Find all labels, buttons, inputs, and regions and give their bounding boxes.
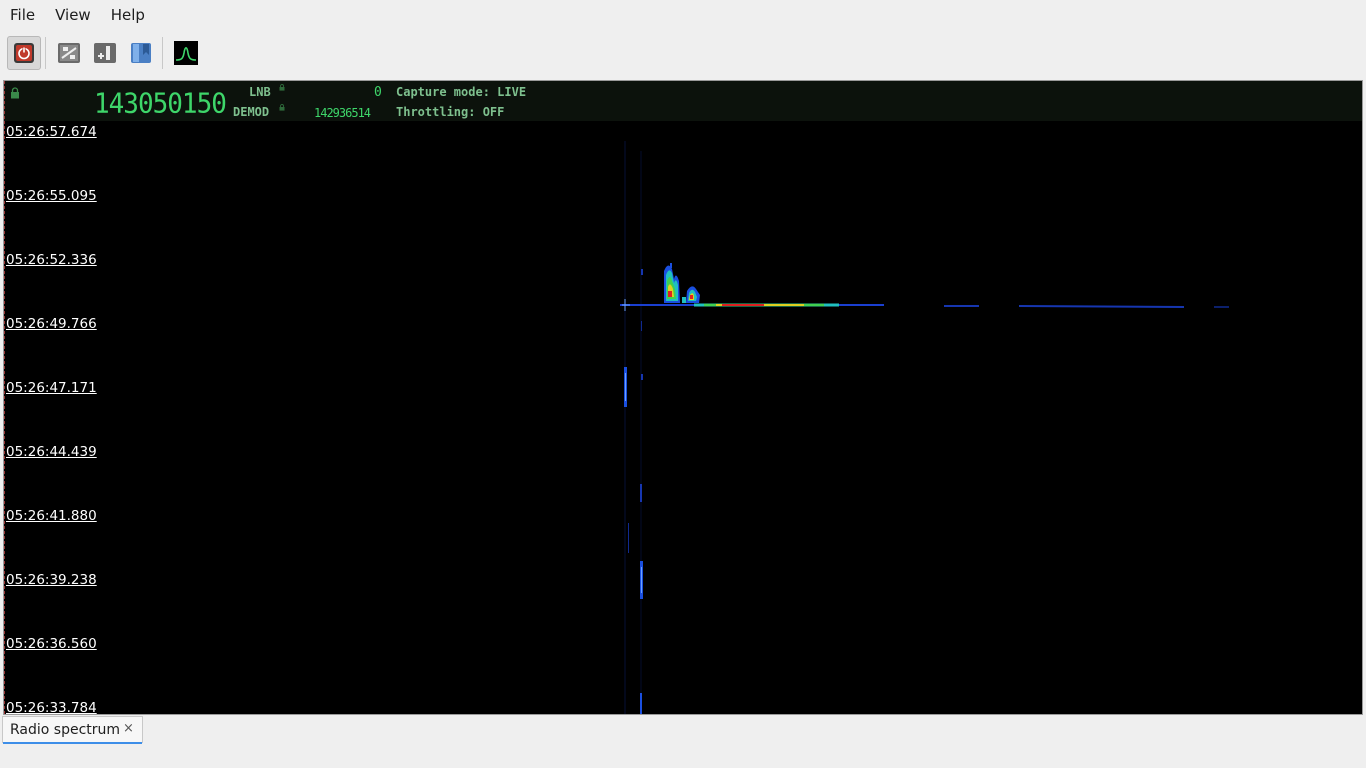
menu-help[interactable]: Help	[101, 0, 155, 30]
toolbar	[0, 33, 1366, 73]
timestamp-label: 05:26:49.766	[6, 316, 97, 332]
panel-edge-marker	[4, 81, 6, 714]
menu-view[interactable]: View	[45, 0, 101, 30]
toolbar-separator	[162, 37, 163, 69]
tab-label: Radio spectrum	[10, 722, 121, 738]
frequency-display[interactable]: 143050150	[94, 88, 227, 120]
spectrum-button[interactable]	[169, 36, 203, 70]
menu-bar: File View Help	[0, 0, 1366, 30]
add-panel-icon	[94, 43, 116, 63]
frequency-header: 143050150 LNB 0 DEMOD 142936514 Capture …	[4, 81, 1362, 121]
demod-label: DEMOD	[233, 105, 270, 119]
tab-radio-spectrum[interactable]: Radio spectrum ×	[2, 716, 143, 744]
timestamp-label: 05:26:57.674	[6, 124, 97, 140]
waterfall-display[interactable]: 05:26:57.674 05:26:55.095 05:26:52.336 0…	[4, 121, 1362, 715]
lnb-label: LNB	[249, 85, 271, 99]
spectrum-icon	[174, 41, 198, 65]
lock-icon[interactable]	[10, 87, 20, 99]
add-button[interactable]	[88, 36, 122, 70]
demod-lock-icon[interactable]	[279, 104, 285, 111]
power-icon	[14, 43, 34, 63]
lnb-lock-icon[interactable]	[279, 84, 285, 91]
spectrum-panel: 143050150 LNB 0 DEMOD 142936514 Capture …	[3, 80, 1363, 715]
timestamp-label: 05:26:52.336	[6, 252, 97, 268]
timestamp-label: 05:26:55.095	[6, 188, 97, 204]
lnb-value[interactable]: 0	[374, 85, 382, 100]
sliders-icon	[58, 43, 80, 63]
tab-active-indicator	[3, 742, 142, 744]
close-icon[interactable]: ×	[123, 721, 134, 736]
bookmark-icon	[131, 43, 151, 63]
waterfall-canvas	[4, 121, 1362, 714]
timestamp-label: 05:26:47.171	[6, 380, 97, 396]
demod-value[interactable]: 142936514	[314, 106, 371, 120]
timestamp-label: 05:26:44.439	[6, 444, 97, 460]
capture-mode-text: Capture mode: LIVE	[396, 85, 527, 99]
toolbar-separator	[45, 37, 46, 69]
menu-file[interactable]: File	[0, 0, 45, 30]
timestamp-label: 05:26:41.880	[6, 508, 97, 524]
timestamp-label: 05:26:39.238	[6, 572, 97, 588]
throttling-text: Throttling: OFF	[396, 105, 505, 119]
bookmark-button[interactable]	[124, 36, 158, 70]
timestamp-label: 05:26:33.784	[6, 700, 97, 715]
power-button[interactable]	[7, 36, 41, 70]
timestamp-label: 05:26:36.560	[6, 636, 97, 652]
tab-bar: Radio spectrum ×	[0, 716, 1366, 744]
settings-button[interactable]	[52, 36, 86, 70]
